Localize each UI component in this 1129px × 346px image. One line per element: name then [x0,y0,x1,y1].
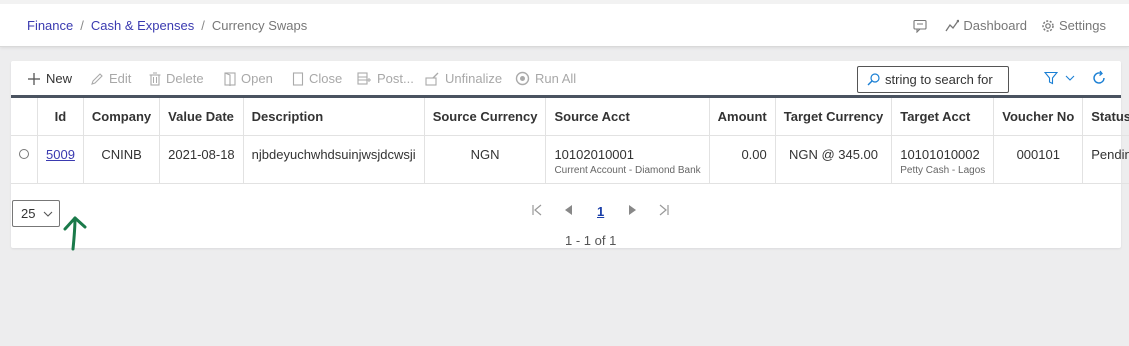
currency-swaps-panel: New Edit Delete Open Close Post... Unfin… [11,61,1129,251]
refresh-button[interactable] [1091,70,1107,89]
value-date-cell: 2021-08-18 [159,135,244,184]
run-all-button[interactable]: Run All [515,71,576,86]
post-label: Post... [377,71,414,86]
column-header-id[interactable]: Id [37,98,84,136]
target-currency-cell: NGN @ 345.00 [775,135,893,184]
plus-icon [28,72,40,85]
search-input[interactable]: string to search for [857,66,1009,93]
status-cell: Pending [1082,135,1129,184]
unfinalize-button[interactable]: Unfinalize [425,71,502,86]
gear-icon [1042,19,1054,32]
page-size-select[interactable]: 25 [12,200,60,227]
column-header-source-acct[interactable]: Source Acct [545,98,710,136]
run-all-label: Run All [535,71,577,86]
unfinalize-label: Unfinalize [445,71,503,86]
column-header-company[interactable]: Company [83,98,161,136]
breadcrumb-separator: / [80,18,84,33]
next-page-button[interactable] [628,204,638,219]
company-cell: CNINB [83,135,161,184]
source-acct-cell: 10102010001 Current Account - Diamond Ba… [545,135,710,184]
annotation-arrow-icon [63,216,87,251]
next-icon [629,205,637,215]
column-header-source-currency[interactable]: Source Currency [424,98,547,136]
ledger-icon [357,72,371,85]
edit-label: Edit [109,71,132,86]
table-header-row: Id Company Value Date Description Source… [11,98,1129,136]
row-select-cell [11,135,38,184]
filter-button[interactable] [1044,71,1076,85]
target-acct-cell: 10101010002 Petty Cash - Lagos [891,135,995,184]
pagination: 1 [521,204,680,219]
trash-icon [149,72,161,86]
breadcrumb-separator: / [201,18,205,33]
close-button[interactable]: Close [292,71,342,86]
first-page-icon [532,204,542,216]
cycle-icon [515,71,530,86]
column-header-amount[interactable]: Amount [709,98,776,136]
last-page-button[interactable] [658,204,670,219]
id-cell: 5009 [37,135,84,184]
column-header-target-currency[interactable]: Target Currency [775,98,893,136]
new-button[interactable]: New [27,71,72,86]
post-button[interactable]: Post... [357,71,414,86]
description-cell: njbdeyuchwhdsuinjwsjdcwsji [243,135,425,184]
filter-icon [1044,71,1058,85]
new-label: New [46,71,73,86]
door-closed-icon [292,71,304,86]
open-button[interactable]: Open [224,71,273,86]
page-size-value: 25 [21,206,36,221]
first-page-button[interactable] [531,204,543,219]
column-header-value-date[interactable]: Value Date [159,98,244,136]
amount-cell: 0.00 [709,135,776,184]
source-acct-number: 10102010001 [554,146,634,162]
chevron-down-icon [44,211,53,217]
pencil-icon [91,72,103,85]
dashboard-link[interactable]: Dashboard [945,18,1027,33]
table-row[interactable]: 5009 CNINB 2021-08-18 njbdeyuchwhdsuinjw… [11,135,1129,184]
door-open-icon [224,71,236,86]
page-number-current[interactable]: 1 [597,204,604,219]
id-link[interactable]: 5009 [46,147,75,162]
chat-button[interactable] [913,19,931,33]
breadcrumb-current: Currency Swaps [211,18,308,33]
last-page-icon [659,204,669,216]
select-column-header [11,98,38,136]
target-acct-number: 10101010002 [900,146,980,162]
breadcrumb-cash-expenses[interactable]: Cash & Expenses [91,18,194,33]
source-acct-name: Current Account - Diamond Bank [554,164,701,176]
settings-label: Settings [1059,18,1106,33]
edit-button[interactable]: Edit [90,71,131,86]
breadcrumb: Finance / Cash & Expenses / Currency Swa… [27,18,307,33]
chat-icon [913,19,927,33]
previous-icon [565,205,572,215]
trend-icon [945,19,960,31]
chevron-down-icon [1065,75,1075,81]
dashboard-label: Dashboard [963,18,1028,33]
page-info: 1 - 1 of 1 [565,233,617,248]
column-header-target-acct[interactable]: Target Acct [891,98,995,136]
voucher-no-cell: 000101 [993,135,1084,184]
toolbar: New Edit Delete Open Close Post... Unfin… [11,61,1121,98]
delete-label: Delete [166,71,204,86]
search-icon [867,73,880,86]
search-placeholder: string to search for [885,72,993,87]
row-select-radio[interactable] [19,148,29,159]
open-label: Open [241,71,273,86]
breadcrumb-finance[interactable]: Finance [27,18,73,33]
currency-swaps-table: Id Company Value Date Description Source… [11,98,1129,184]
previous-page-button[interactable] [563,204,573,219]
column-header-voucher-no[interactable]: Voucher No [993,98,1084,136]
close-label: Close [309,71,343,86]
column-header-description[interactable]: Description [243,98,425,136]
top-bar: Finance / Cash & Expenses / Currency Swa… [0,0,1129,47]
source-currency-cell: NGN [424,135,547,184]
settings-link[interactable]: Settings [1041,18,1106,33]
stamp-icon [425,72,439,86]
column-header-status[interactable]: Status [1082,98,1129,136]
delete-button[interactable]: Delete [149,71,204,86]
target-acct-name: Petty Cash - Lagos [900,164,986,176]
refresh-icon [1093,70,1105,84]
